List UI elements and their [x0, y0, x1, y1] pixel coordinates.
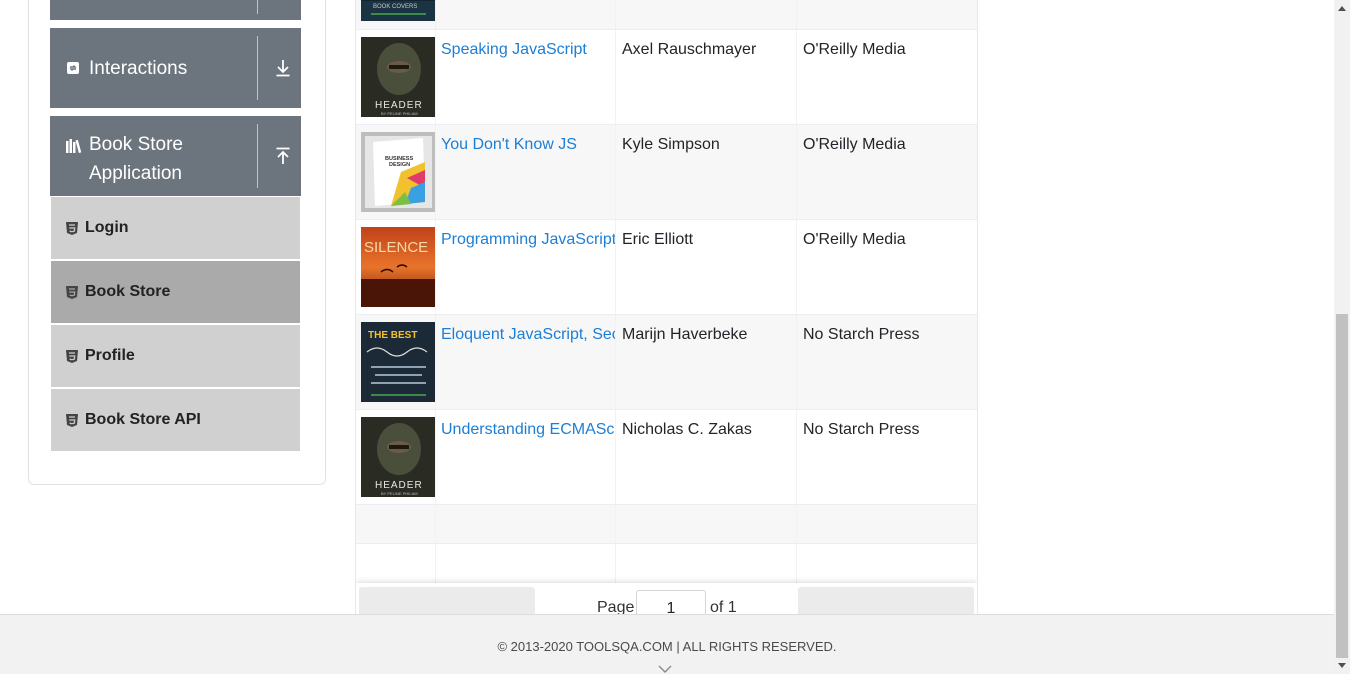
group-divider — [257, 0, 258, 14]
book-title-link[interactable]: Understanding ECMAScript 6 — [441, 420, 615, 440]
html5-icon — [66, 285, 78, 299]
menu-item-label: Book Store — [85, 283, 171, 300]
collapse-arrow-icon[interactable] — [272, 147, 294, 165]
book-author: Eric Elliott — [622, 231, 694, 248]
table-row: BOOK COVERS — [356, 0, 977, 30]
svg-text:BY PELINE PHILAM: BY PELINE PHILAM — [381, 491, 418, 496]
interactions-icon — [66, 61, 84, 75]
group-header-partial[interactable] — [50, 0, 301, 20]
book-publisher: O'Reilly Media — [803, 231, 906, 248]
group-header-book-store-application[interactable]: Book Store Application — [50, 116, 301, 196]
book-cover-image: BUSINESS DESIGN — [361, 132, 435, 212]
table-row: THE BEST Eloquent JavaScript, Second Edi… — [356, 315, 977, 410]
book-publisher: O'Reilly Media — [803, 136, 906, 153]
html5-icon — [66, 413, 78, 427]
book-cover-image: THE BEST — [361, 322, 435, 402]
page-number-input[interactable]: 1 — [636, 590, 706, 614]
menu-item-book-store[interactable]: Book Store — [51, 261, 300, 323]
vertical-scrollbar[interactable] — [1334, 0, 1350, 674]
scroll-down-arrow-icon[interactable] — [1338, 663, 1346, 668]
book-title-link[interactable]: Programming JavaScript Applications — [441, 230, 615, 250]
book-cover-image: SILENCE — [361, 227, 435, 307]
menu-item-login[interactable]: Login — [51, 197, 300, 259]
previous-button[interactable] — [359, 587, 535, 614]
table-row: BUSINESS DESIGN You Don't Know JS Kyle Si… — [356, 125, 977, 220]
book-publisher: No Starch Press — [803, 326, 920, 343]
books-table: BOOK COVERS HEADER BY PELINE PHILAM Speak… — [355, 0, 978, 614]
group-label-application: Application — [89, 163, 182, 184]
scrollbar-thumb[interactable] — [1336, 314, 1348, 658]
pagination-bar: Page 1 of 1 — [356, 583, 977, 614]
group-label-book-store: Book Store — [89, 134, 183, 155]
book-title-link[interactable]: Speaking JavaScript — [441, 40, 587, 60]
svg-text:BOOK COVERS: BOOK COVERS — [373, 4, 417, 10]
cover-text: SILENCE — [364, 239, 428, 256]
book-author: Marijn Haverbeke — [622, 326, 748, 343]
table-row: HEADER BY PELINE PHILAM Speaking JavaScri… — [356, 30, 977, 125]
menu-item-label: Profile — [85, 347, 135, 364]
svg-text:HEADER: HEADER — [375, 480, 423, 491]
group-divider — [257, 124, 258, 188]
copyright-text: © 2013-2020 TOOLSQA.COM | ALL RIGHTS RES… — [497, 639, 837, 654]
book-publisher: O'Reilly Media — [803, 41, 906, 58]
svg-text:DESIGN: DESIGN — [389, 162, 410, 168]
chevron-down-icon[interactable] — [658, 661, 672, 674]
book-title-link[interactable]: You Don't Know JS — [441, 135, 577, 155]
menu-item-label: Login — [85, 219, 129, 236]
book-cover-image: BOOK COVERS — [361, 0, 435, 21]
group-header-interactions[interactable]: Interactions — [50, 28, 301, 108]
menu-item-profile[interactable]: Profile — [51, 325, 300, 387]
book-author: Kyle Simpson — [622, 136, 720, 153]
next-button[interactable] — [798, 587, 974, 614]
book-cover-image: HEADER BY PELINE PHILAM — [361, 37, 435, 117]
table-row-empty — [356, 544, 977, 583]
book-title-link[interactable]: Eloquent JavaScript, Second Edition — [441, 325, 615, 345]
table-row-empty — [356, 505, 977, 544]
table-row: SILENCE Programming JavaScript Applicati… — [356, 220, 977, 315]
page-label: Page — [597, 599, 635, 614]
menu-item-book-store-api[interactable]: Book Store API — [51, 389, 300, 451]
scroll-up-arrow-icon[interactable] — [1338, 6, 1346, 11]
svg-text:BY PELINE PHILAM: BY PELINE PHILAM — [381, 111, 418, 116]
group-label-interactions: Interactions — [89, 57, 188, 79]
expand-arrow-icon[interactable] — [272, 59, 294, 77]
cover-text: THE BEST — [368, 330, 417, 341]
book-publisher: No Starch Press — [803, 421, 920, 438]
books-icon — [66, 139, 84, 153]
footer: © 2013-2020 TOOLSQA.COM | ALL RIGHTS RES… — [0, 614, 1334, 674]
html5-icon — [66, 221, 78, 235]
table-row: HEADER BY PELINE PHILAM Understanding ECM… — [356, 410, 977, 505]
page-total-label: of 1 — [710, 599, 737, 614]
html5-icon — [66, 349, 78, 363]
book-author: Nicholas C. Zakas — [622, 421, 752, 438]
menu-item-label: Book Store API — [85, 411, 201, 428]
book-author: Axel Rauschmayer — [622, 41, 757, 58]
group-divider — [257, 36, 258, 100]
svg-text:HEADER: HEADER — [375, 100, 423, 111]
book-cover-image: HEADER BY PELINE PHILAM — [361, 417, 435, 497]
